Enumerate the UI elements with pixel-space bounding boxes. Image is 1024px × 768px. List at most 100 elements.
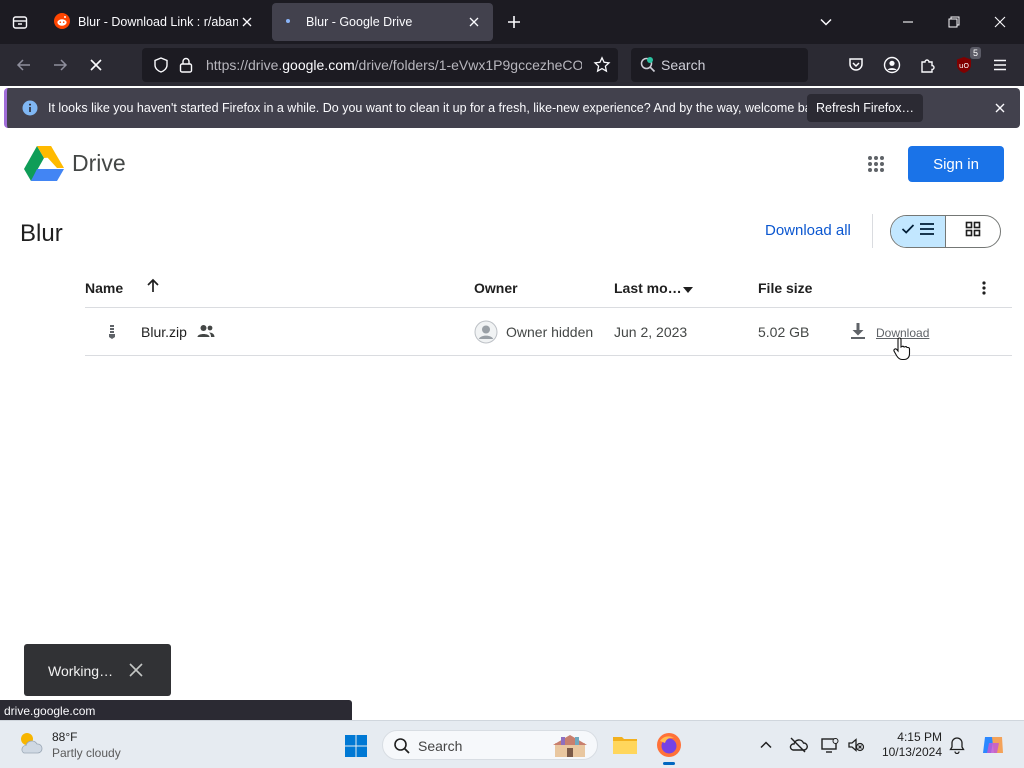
copilot-icon[interactable] — [980, 732, 1006, 758]
column-header-name[interactable]: Name — [85, 280, 123, 296]
account-icon[interactable] — [879, 52, 905, 78]
close-tab-icon[interactable] — [238, 13, 256, 31]
divider — [872, 214, 873, 248]
tab-title: Blur - Download Link : r/abandonware — [78, 15, 238, 29]
hand-cursor-icon — [893, 337, 911, 366]
search-bar[interactable]: Search — [631, 48, 808, 82]
owner-text: Owner hidden — [506, 324, 594, 340]
weather-widget[interactable]: 88°F Partly cloudy — [16, 729, 121, 762]
list-view-button[interactable] — [891, 216, 946, 247]
loading-dot-icon — [282, 13, 298, 32]
sign-in-button[interactable]: Sign in — [908, 146, 1004, 182]
chevron-down-icon[interactable] — [814, 10, 838, 34]
svg-text:uO: uO — [959, 62, 969, 70]
tracking-protection-shield-icon[interactable] — [152, 56, 170, 79]
download-icon[interactable] — [849, 322, 867, 345]
close-icon[interactable] — [991, 99, 1009, 117]
chevron-up-icon[interactable] — [755, 734, 777, 756]
google-apps-grid-icon[interactable] — [862, 150, 890, 178]
running-indicator — [663, 762, 675, 765]
bookmark-star-icon[interactable] — [593, 56, 611, 79]
notification-bell-icon[interactable] — [946, 734, 968, 756]
table-row[interactable]: Blur.zip Owner hidden Jun 2, 2023 5.02 G… — [85, 308, 1012, 361]
windows-taskbar: 88°F Partly cloudy Search 4:15 PM 10/13/… — [0, 720, 1024, 768]
weather-condition: Partly cloudy — [52, 746, 121, 760]
dropdown-arrow-icon[interactable] — [682, 282, 694, 300]
file-table: Name Owner Last mo… File size Blur.zip O… — [85, 268, 1012, 361]
system-clock[interactable]: 4:15 PM 10/13/2024 — [866, 730, 942, 760]
folder-title: Blur — [20, 220, 63, 247]
tab-google-drive[interactable]: Blur - Google Drive — [272, 3, 493, 41]
file-explorer-icon[interactable] — [609, 729, 641, 761]
refresh-firefox-notification: It looks like you haven't started Firefo… — [4, 88, 1020, 128]
close-window-icon[interactable] — [984, 6, 1016, 38]
taskbar-search-placeholder: Search — [418, 738, 463, 754]
shared-people-icon — [197, 324, 215, 343]
grid-view-icon — [965, 221, 981, 242]
snackbar: Working… — [24, 644, 171, 696]
view-toggle — [890, 215, 1001, 248]
navigation-toolbar: https://drive.google.com/drive/folders/1… — [0, 44, 1024, 86]
back-arrow-icon[interactable] — [10, 51, 38, 79]
pocket-icon[interactable] — [843, 52, 869, 78]
file-size: 5.02 GB — [758, 324, 810, 340]
file-name[interactable]: Blur.zip — [141, 324, 187, 340]
close-tab-icon[interactable] — [465, 13, 483, 31]
firefox-view-icon[interactable] — [6, 8, 34, 36]
snackbar-text: Working… — [48, 663, 114, 679]
hamburger-menu-icon[interactable] — [987, 52, 1013, 78]
close-icon[interactable] — [128, 662, 144, 678]
search-icon — [393, 737, 411, 760]
restore-icon[interactable] — [938, 6, 970, 38]
reddit-icon — [54, 12, 70, 32]
google-drive-logo-icon[interactable] — [24, 146, 64, 182]
refresh-firefox-button[interactable]: Refresh Firefox… — [807, 94, 923, 122]
zip-file-icon — [106, 324, 118, 345]
notification-text: It looks like you haven't started Firefo… — [48, 101, 828, 115]
sort-arrow-up-icon[interactable] — [145, 278, 161, 299]
extension-badge: 5 — [969, 47, 981, 59]
new-tab-icon[interactable] — [502, 10, 526, 34]
checkmark-icon — [901, 222, 915, 241]
partly-cloudy-icon — [16, 729, 44, 762]
info-icon — [22, 100, 38, 121]
windows-start-icon[interactable] — [344, 734, 368, 758]
avatar — [474, 320, 498, 349]
ublock-origin-icon[interactable]: uO 5 — [951, 47, 981, 78]
url-host: google.com — [282, 57, 355, 73]
grid-view-button[interactable] — [946, 216, 1001, 247]
taskbar-search-box[interactable]: Search — [382, 730, 598, 760]
more-options-vertical-icon[interactable] — [976, 280, 992, 301]
column-header-owner[interactable]: Owner — [474, 280, 518, 296]
search-highlight-illustration-icon — [549, 733, 593, 764]
clock-time: 4:15 PM — [897, 730, 942, 744]
url-prefix: https://drive. — [206, 57, 283, 73]
stop-loading-icon[interactable] — [82, 51, 110, 79]
url-path: /drive/folders/1-eVwx1P9gccezheCOY — [354, 57, 582, 73]
column-header-last-modified[interactable]: Last mo… — [614, 280, 682, 296]
tab-strip: Blur - Download Link : r/abandonware Blu… — [0, 0, 1024, 44]
search-engine-icon — [639, 56, 657, 79]
firefox-icon[interactable] — [653, 729, 685, 765]
download-all-link[interactable]: Download all — [765, 222, 851, 239]
extensions-puzzle-icon[interactable] — [915, 52, 941, 78]
url-bar[interactable]: https://drive.google.com/drive/folders/1… — [142, 48, 618, 82]
clock-date: 10/13/2024 — [881, 745, 942, 759]
cloud-offline-icon[interactable] — [787, 734, 809, 756]
lock-icon[interactable] — [178, 56, 194, 79]
url-text[interactable]: https://drive.google.com/drive/folders/1… — [206, 57, 582, 73]
forward-arrow-icon[interactable] — [46, 51, 74, 79]
tab-reddit[interactable]: Blur - Download Link : r/abandonware — [44, 3, 266, 41]
link-status-panel: drive.google.com — [0, 700, 352, 721]
volume-muted-icon[interactable] — [845, 734, 867, 756]
temperature: 88°F — [52, 730, 78, 744]
search-placeholder: Search — [661, 57, 706, 73]
product-name[interactable]: Drive — [72, 150, 126, 177]
column-header-file-size[interactable]: File size — [758, 280, 812, 296]
drive-header: Drive Sign in — [0, 132, 1024, 196]
minimize-icon[interactable] — [892, 6, 924, 38]
table-header: Name Owner Last mo… File size — [85, 268, 1012, 308]
list-view-icon — [919, 222, 935, 241]
last-modified-date: Jun 2, 2023 — [614, 324, 688, 340]
network-icon[interactable] — [819, 734, 841, 756]
